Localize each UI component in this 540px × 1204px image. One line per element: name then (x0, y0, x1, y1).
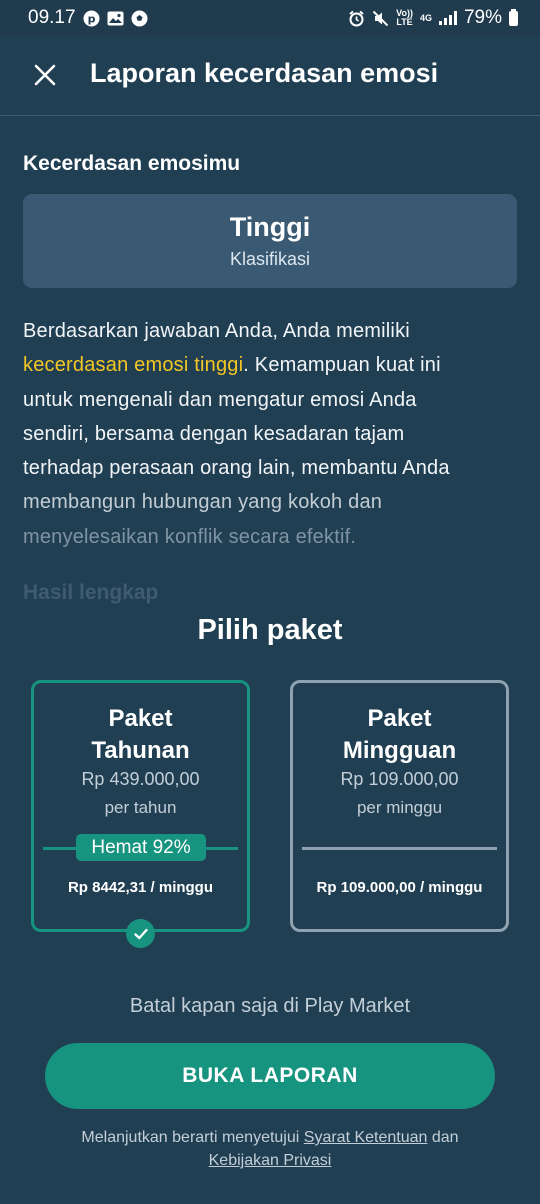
result-caption: Klasifikasi (229, 249, 311, 269)
legal-prefix: Melanjutkan berarti menyetujui (81, 1129, 300, 1146)
status-time: 09.17 (28, 7, 76, 28)
pinterest-icon: p (83, 10, 100, 27)
privacy-link[interactable]: Kebijakan Privasi (209, 1152, 332, 1169)
volte-bottom: LTE (396, 17, 413, 27)
plan-card-annual[interactable]: Paket Tahunan Rp 439.000,00 per tahun He… (31, 680, 250, 932)
result-value: Tinggi (229, 212, 311, 242)
description-line: Berdasarkan jawaban Anda, Anda memiliki (23, 320, 410, 342)
plan-name: Paket Mingguan (293, 703, 506, 767)
plan-price: Rp 439.000,00 (81, 769, 200, 789)
svg-text:p: p (87, 12, 95, 25)
description-text: . Kemampuan kuat ini (243, 354, 441, 377)
description-line: menyelesaikan konflik secara efektif. (23, 525, 357, 548)
plan-name: Paket Tahunan (34, 703, 247, 767)
status-bar: 09.17 p Vo)) LTE 4G 79% (0, 0, 540, 36)
app-header: Laporan kecerdasan emosi (0, 36, 540, 116)
plan-period: per minggu (356, 798, 443, 817)
plan-heading: Pilih paket (197, 614, 343, 646)
plan-period: per tahun (104, 798, 177, 817)
description-line: untuk mengenali dan mengatur emosi Anda (23, 388, 417, 411)
plan-per-week-price: Rp 109.000,00 / minggu (316, 879, 483, 896)
plan-name-line: Mingguan (342, 737, 457, 764)
alarm-icon (348, 10, 365, 27)
status-bar-left: 09.17 p (28, 7, 148, 29)
battery-icon (509, 8, 518, 26)
close-button[interactable] (28, 58, 62, 92)
plan-price: Rp 109.000,00 (340, 769, 459, 789)
terms-link[interactable]: Syarat Ketentuan (304, 1129, 428, 1146)
description-line: terhadap perasaan orang lain, membantu A… (23, 457, 450, 480)
plan-divider (302, 847, 497, 850)
savings-badge: Hemat 92% (76, 834, 206, 861)
legal-and: dan (431, 1129, 459, 1146)
volte-indicator: Vo)) LTE (396, 9, 413, 27)
full-results-label: Hasil lengkap (23, 581, 159, 604)
plan-per-week-price: Rp 8442,31 / minggu (67, 879, 214, 896)
open-report-button[interactable]: BUKA LAPORAN (45, 1043, 495, 1109)
description-line: membangun hubungan yang kokoh dan (23, 491, 383, 514)
mute-icon (372, 10, 389, 27)
soccer-icon (131, 10, 148, 27)
image-icon (107, 11, 124, 26)
description-line: kecerdasan emosi tinggi. Kemampuan kuat … (23, 348, 519, 382)
section-label: Kecerdasan emosimu (23, 152, 241, 175)
plan-name-line: Paket (367, 705, 432, 732)
close-icon (34, 64, 56, 86)
selected-check-icon (126, 919, 155, 948)
page-title: Laporan kecerdasan emosi (90, 58, 439, 88)
result-card: Tinggi Klasifikasi (23, 194, 517, 288)
cancel-note: Batal kapan saja di Play Market (129, 995, 411, 1017)
description-line: sendiri, bersama dengan kesadaran tajam (23, 422, 405, 445)
description: Berdasarkan jawaban Anda, Anda memiliki … (23, 314, 519, 554)
battery-percent: 79% (463, 7, 502, 28)
signal-icon (438, 11, 457, 25)
plan-name-line: Tahunan (91, 737, 190, 764)
description-highlight: kecerdasan emosi tinggi (23, 354, 244, 377)
legal-text: Melanjutkan berarti menyetujui Syarat Ke… (0, 1126, 540, 1172)
plan-name-line: Paket (108, 705, 173, 732)
status-bar-right: Vo)) LTE 4G 79% (348, 7, 518, 29)
plan-card-weekly[interactable]: Paket Mingguan Rp 109.000,00 per minggu … (290, 680, 509, 932)
network-gen: 4G (419, 12, 432, 23)
